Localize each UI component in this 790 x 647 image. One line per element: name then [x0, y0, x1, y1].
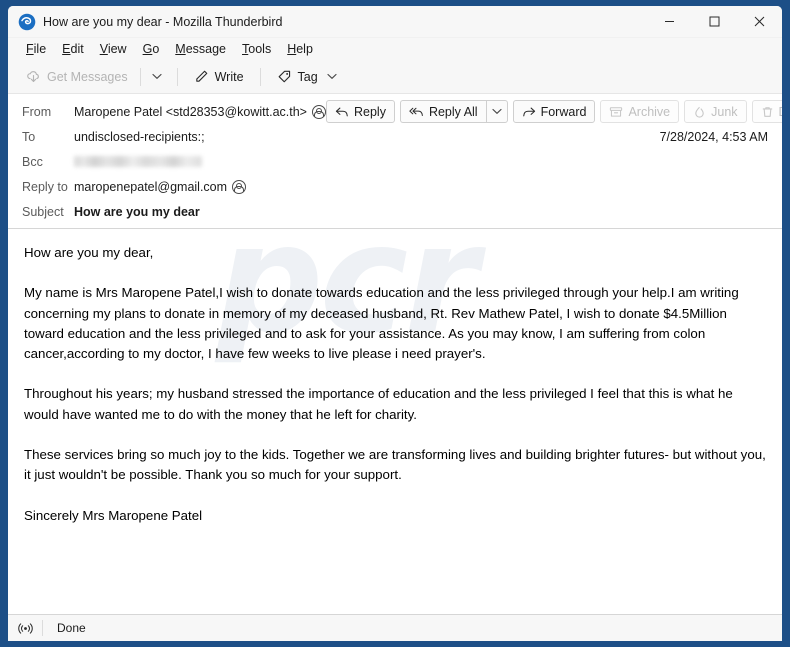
toolbar-divider-1: [139, 67, 141, 86]
reply-label: Reply: [353, 104, 386, 119]
header-row-to: To undisclosed-recipients:; 7/28/2024, 4…: [8, 124, 782, 149]
thunderbird-logo: [18, 13, 36, 30]
junk-button[interactable]: Junk: [684, 100, 747, 123]
pencil-icon: [195, 70, 207, 82]
bcc-redacted-block: [74, 156, 202, 167]
message-action-buttons: Reply Reply All Forward Archive Junk: [325, 100, 782, 123]
message-text: How are you my dear, My name is Mrs Maro…: [8, 229, 782, 526]
message-header-pane: From Maropene Patel <std28353@kowitt.ac.…: [8, 94, 782, 229]
forward-label: Forward: [540, 104, 587, 119]
chevron-down-icon: [151, 73, 162, 79]
cloud-download-icon: [27, 71, 39, 83]
message-paragraph: How are you my dear,: [24, 245, 154, 260]
message-paragraph: Throughout his years; my husband stresse…: [24, 386, 733, 422]
tag-label: Tag: [297, 69, 318, 84]
message-paragraph: These services bring so much joy to the …: [24, 447, 766, 483]
status-bar: Done: [8, 615, 782, 641]
title-bar: How are you my dear - Mozilla Thunderbir…: [8, 6, 782, 38]
from-value: Maropene Patel <std28353@kowitt.ac.th>: [74, 104, 326, 119]
menu-item-go[interactable]: Go: [135, 38, 168, 60]
chevron-down-icon: [491, 108, 502, 114]
bcc-label: Bcc: [22, 154, 43, 169]
menu-item-view[interactable]: View: [92, 38, 135, 60]
broadcast-icon: [8, 622, 42, 635]
reply-to-contact-icon[interactable]: [232, 179, 247, 194]
archive-box-icon: [610, 106, 623, 117]
main-toolbar: Get Messages Write Tag: [8, 60, 782, 94]
message-date: 7/28/2024, 4:53 AM: [659, 129, 768, 144]
reply-button[interactable]: Reply: [325, 100, 395, 123]
get-messages-button[interactable]: Get Messages: [18, 64, 136, 90]
junk-label: Junk: [711, 104, 738, 119]
header-row-bcc: Bcc: [8, 149, 782, 174]
get-messages-dropdown[interactable]: [145, 64, 169, 90]
message-paragraph: My name is Mrs Maropene Patel,I wish to …: [24, 285, 739, 362]
from-contact-icon[interactable]: [311, 104, 326, 119]
thunderbird-window: How are you my dear - Mozilla Thunderbir…: [8, 6, 782, 641]
archive-label: Archive: [628, 104, 671, 119]
subject-value: How are you my dear: [74, 204, 200, 219]
reply-all-arrow-icon: [409, 107, 423, 116]
write-label: Write: [214, 69, 244, 84]
status-text: Done: [57, 621, 86, 635]
header-row-reply-to: Reply to maropenepatel@gmail.com: [8, 174, 782, 199]
tag-button[interactable]: Tag: [269, 64, 345, 90]
junk-flame-icon: [695, 106, 704, 118]
message-body-pane[interactable]: pcr risk.com How are you my dear, My nam…: [8, 229, 782, 615]
reply-arrow-icon: [335, 107, 348, 116]
to-value[interactable]: undisclosed-recipients:;: [74, 130, 205, 144]
menu-bar: FFileile Edit View Go Message Tools Help: [8, 38, 782, 60]
to-label: To: [22, 129, 36, 144]
tag-icon: [278, 70, 290, 83]
menu-item-help[interactable]: Help: [279, 38, 321, 60]
message-paragraph: Sincerely Mrs Maropene Patel: [24, 507, 203, 523]
reply-all-dropdown[interactable]: [485, 100, 508, 123]
reply-to-address[interactable]: maropenepatel@gmail.com: [74, 180, 227, 194]
reply-all-button[interactable]: Reply All: [399, 100, 486, 123]
menu-item-tools[interactable]: Tools: [234, 38, 279, 60]
archive-button[interactable]: Archive: [600, 100, 680, 123]
maximize-icon[interactable]: [692, 6, 737, 38]
from-address[interactable]: Maropene Patel <std28353@kowitt.ac.th>: [74, 105, 307, 119]
reply-to-value: maropenepatel@gmail.com: [74, 179, 247, 194]
bcc-value[interactable]: [74, 156, 202, 167]
menu-item-edit[interactable]: Edit: [54, 38, 92, 60]
menu-item-file[interactable]: FFileile: [18, 38, 54, 60]
chevron-down-icon: [327, 73, 337, 79]
write-button[interactable]: Write: [186, 64, 252, 90]
window-controls: [647, 6, 782, 38]
reply-all-label: Reply All: [428, 104, 478, 119]
delete-button[interactable]: Delete: [751, 100, 782, 123]
close-icon[interactable]: [737, 6, 782, 38]
header-row-from: From Maropene Patel <std28353@kowitt.ac.…: [8, 99, 782, 124]
header-row-subject: Subject How are you my dear: [8, 199, 782, 224]
subject-label: Subject: [22, 204, 64, 219]
forward-button[interactable]: Forward: [512, 100, 596, 123]
delete-label: Delete: [779, 105, 782, 119]
minimize-icon[interactable]: [647, 6, 692, 38]
menu-item-message[interactable]: Message: [167, 38, 234, 60]
forward-arrow-icon: [522, 107, 535, 116]
toolbar-divider-3: [259, 67, 261, 86]
from-label: From: [22, 104, 52, 119]
get-messages-label: Get Messages: [47, 69, 128, 84]
window-title: How are you my dear - Mozilla Thunderbir…: [43, 14, 283, 29]
toolbar-divider-2: [176, 67, 178, 86]
trash-icon: [762, 106, 772, 117]
reply-to-label: Reply to: [22, 179, 68, 194]
